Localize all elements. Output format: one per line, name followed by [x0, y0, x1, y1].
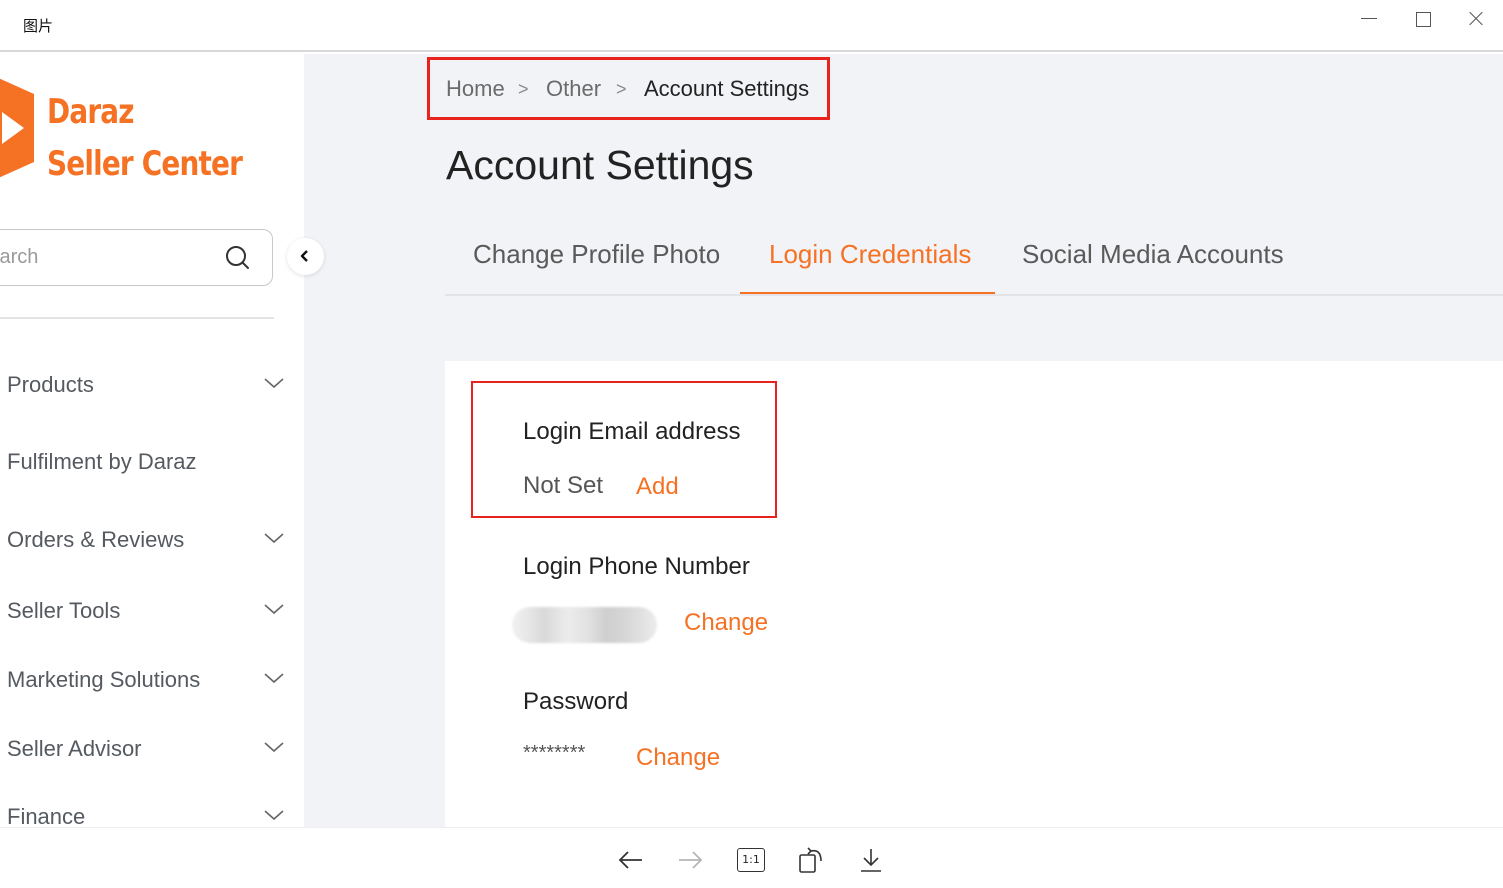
logo-line-daraz: Daraz	[47, 92, 134, 132]
sidebar-divider	[0, 317, 274, 319]
breadcrumb-separator: >	[518, 79, 529, 99]
sidebar-item-orders-reviews[interactable]: Orders & Reviews	[7, 519, 292, 559]
sidebar-item-label: Orders & Reviews	[7, 527, 185, 552]
change-phone-link[interactable]: Change	[684, 609, 768, 637]
password-value: ********	[523, 742, 586, 764]
sidebar: Daraz Seller Center Products Fulfilment …	[0, 54, 304, 827]
sidebar-item-label: Marketing Solutions	[7, 667, 201, 692]
sidebar-item-marketing-solutions[interactable]: Marketing Solutions	[7, 659, 292, 699]
window-title: 图片	[23, 17, 54, 35]
sidebar-item-seller-advisor[interactable]: Seller Advisor	[7, 728, 292, 768]
search-box	[0, 229, 273, 286]
sidebar-item-label: Products	[7, 372, 94, 397]
settings-tabs: Change Profile Photo Login Credentials S…	[445, 224, 1503, 296]
breadcrumb: Home > Other > Account Settings	[427, 57, 830, 120]
password-label: Password	[523, 688, 629, 715]
screenshot-viewport: Daraz Seller Center Products Fulfilment …	[0, 54, 1503, 827]
close-button[interactable]	[1456, 6, 1496, 32]
arrow-right-icon[interactable]	[675, 845, 705, 875]
logo-text: Daraz Seller Center	[47, 86, 243, 190]
logo-line-seller-center: Seller Center	[47, 144, 243, 184]
tab-social-media-accounts[interactable]: Social Media Accounts	[1022, 239, 1284, 270]
rotate-icon[interactable]	[797, 845, 827, 875]
sidebar-item-finance[interactable]: Finance	[7, 796, 292, 827]
phone-label: Login Phone Number	[523, 553, 750, 580]
sidebar-item-label: Seller Tools	[7, 598, 121, 623]
tab-change-profile-photo[interactable]: Change Profile Photo	[473, 239, 720, 270]
window-titlebar: 图片	[0, 0, 1503, 52]
sidebar-item-products[interactable]: Products	[7, 364, 292, 404]
chevron-down-icon	[264, 810, 284, 821]
breadcrumb-separator: >	[616, 79, 627, 99]
chevron-down-icon	[264, 742, 284, 753]
breadcrumb-other[interactable]: Other	[546, 76, 601, 102]
sidebar-item-seller-tools[interactable]: Seller Tools	[7, 590, 292, 630]
search-icon[interactable]	[222, 242, 254, 274]
tab-login-credentials[interactable]: Login Credentials	[769, 239, 971, 270]
download-icon[interactable]	[856, 845, 886, 875]
actual-size-button[interactable]: 1:1	[737, 848, 765, 872]
search-input[interactable]	[0, 230, 205, 285]
email-highlight-box	[471, 381, 777, 518]
sidebar-item-label: Fulfilment by Daraz	[7, 449, 197, 474]
add-email-link[interactable]: Add	[636, 473, 679, 501]
email-label: Login Email address	[523, 418, 741, 445]
page-title: Account Settings	[446, 142, 754, 188]
sidebar-item-label: Finance	[7, 804, 86, 827]
sidebar-item-label: Seller Advisor	[7, 736, 142, 761]
breadcrumb-current: Account Settings	[644, 76, 810, 101]
change-password-link[interactable]: Change	[636, 744, 720, 772]
credentials-card: Login Email address Not Set Add Login Ph…	[445, 361, 1503, 827]
active-tab-indicator	[740, 292, 995, 294]
minimize-button[interactable]	[1350, 6, 1390, 32]
breadcrumb-home[interactable]: Home	[446, 76, 505, 102]
daraz-logo-icon	[0, 78, 34, 178]
phone-value-redacted	[512, 607, 657, 643]
chevron-down-icon	[264, 533, 284, 544]
chevron-down-icon	[264, 378, 284, 389]
sidebar-item-fulfilment[interactable]: Fulfilment by Daraz	[7, 441, 292, 481]
chevron-left-icon	[300, 250, 308, 262]
chevron-down-icon	[264, 604, 284, 615]
sidebar-collapse-button[interactable]	[287, 238, 324, 275]
maximize-button[interactable]	[1403, 6, 1443, 32]
email-value: Not Set	[523, 472, 604, 499]
viewer-toolbar: 1:1	[0, 827, 1503, 888]
arrow-left-icon[interactable]	[616, 845, 646, 875]
chevron-down-icon	[264, 673, 284, 684]
